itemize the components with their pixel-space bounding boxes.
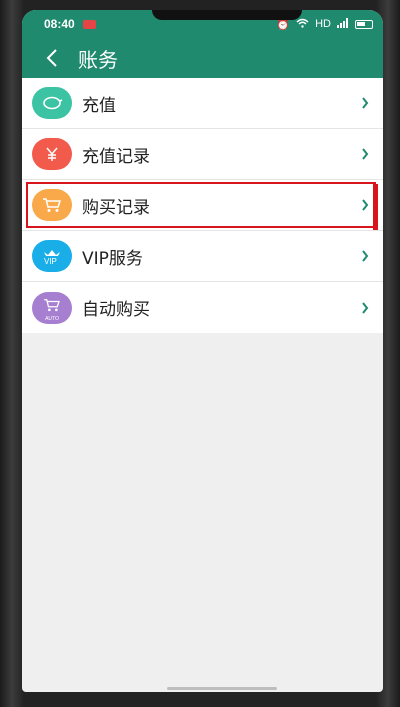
menu-item-label: 充值 [82,95,116,116]
menu-item-auto-purchase[interactable]: AUTO 自动购买 [22,282,383,333]
vip-crown-icon: VIP [32,240,72,272]
notification-badge-icon [82,19,96,29]
back-button[interactable] [32,38,72,78]
chevron-right-icon [362,199,369,211]
chevron-right-icon [362,97,369,109]
yen-icon [32,138,72,170]
highlight-box [26,182,378,230]
page-title: 账务 [78,47,118,72]
home-indicator[interactable] [167,687,277,690]
battery-icon [355,19,373,29]
status-time: 08:40 [44,17,75,31]
auto-cart-icon: AUTO [32,291,72,324]
account-menu-list: 充值 充值记录 购买记录 VIP VIP服务 AUTO 自动购买 [22,78,383,333]
chevron-right-icon [362,148,369,160]
wifi-icon [296,18,309,31]
camera-notch [152,10,302,20]
highlight-marker [373,184,378,230]
menu-item-vip-service[interactable]: VIP VIP服务 [22,231,383,282]
svg-text:VIP: VIP [44,257,57,265]
menu-item-label: VIP服务 [82,248,143,269]
menu-item-label: 购买记录 [82,197,150,218]
menu-item-recharge[interactable]: 充值 [22,78,383,129]
phone-frame: 08:40 ⏰ HD 账务 充值 充值记录 购买记录 VIP VIP服务 AUT… [0,0,400,707]
screen: 08:40 ⏰ HD 账务 充值 充值记录 购买记录 VIP VIP服务 AUT… [22,10,383,692]
chevron-right-icon [362,250,369,262]
signal-icon [337,17,349,31]
auto-label: AUTO [45,315,59,322]
menu-item-recharge-history[interactable]: 充值记录 [22,129,383,180]
back-arrow-icon [46,49,57,67]
menu-item-label: 自动购买 [82,300,150,320]
menu-item-label: 充值记录 [82,146,150,167]
chevron-right-icon [362,301,369,314]
cart-icon [32,189,72,221]
network-type: HD [315,18,331,30]
app-bar: 账务 [22,38,383,78]
piggy-bank-icon [32,87,72,119]
menu-item-purchase-history[interactable]: 购买记录 [22,180,383,231]
